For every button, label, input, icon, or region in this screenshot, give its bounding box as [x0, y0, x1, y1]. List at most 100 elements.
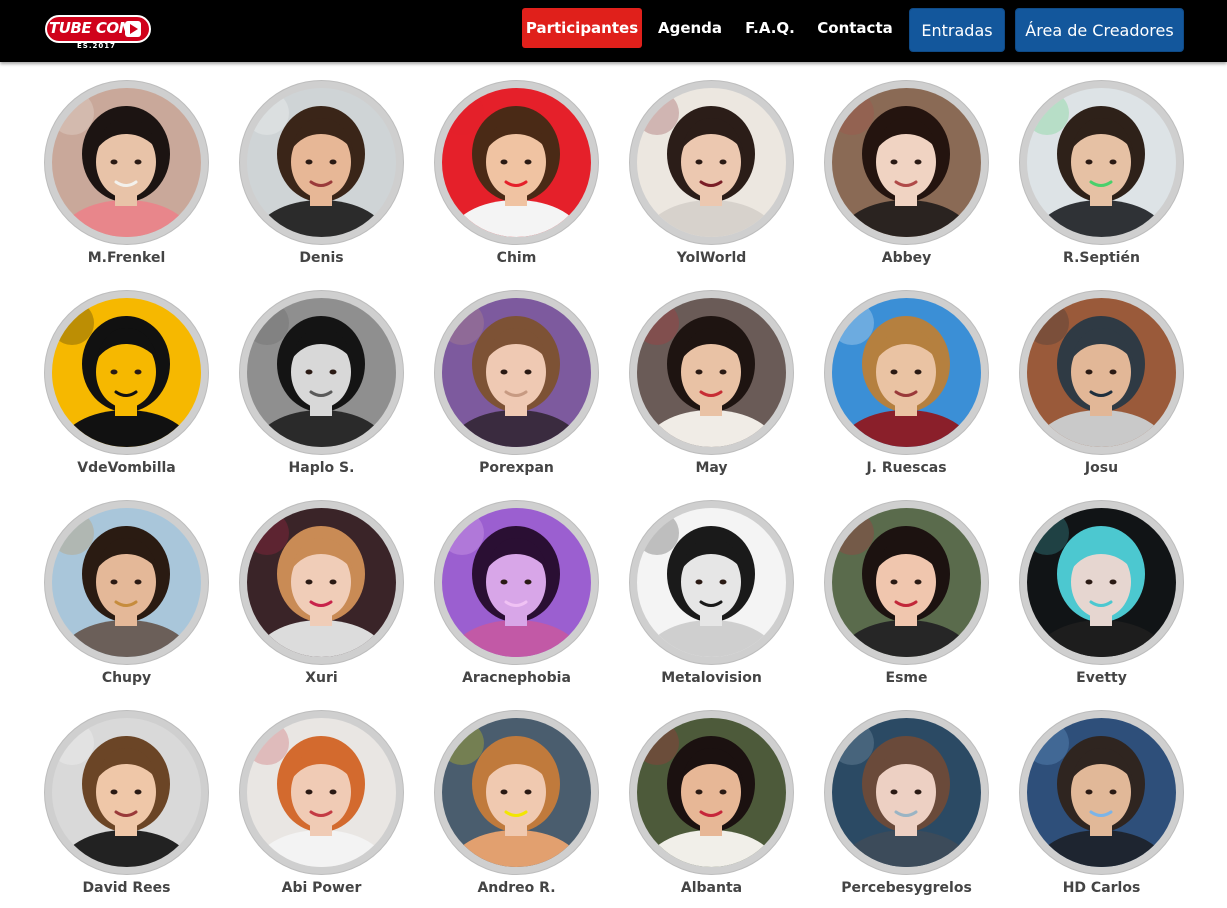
avatar-frame — [1019, 80, 1184, 245]
participant-card[interactable]: R.Septién — [1004, 80, 1199, 280]
participant-photo — [832, 508, 981, 657]
avatar-frame — [1019, 710, 1184, 875]
participant-name: R.Septién — [1063, 250, 1140, 266]
logo-text: TUBE CON — [49, 19, 131, 37]
participant-name: Metalovision — [661, 670, 762, 686]
participant-photo — [832, 298, 981, 447]
participant-name: May — [695, 460, 728, 476]
participant-name: Josu — [1084, 460, 1119, 476]
participant-card[interactable]: YolWorld — [614, 80, 809, 280]
entradas-button[interactable]: Entradas — [909, 8, 1005, 52]
avatar-frame — [434, 80, 599, 245]
participant-name: VdeVombilla — [77, 460, 176, 476]
participant-card[interactable]: Metalovision — [614, 500, 809, 700]
participant-photo — [52, 298, 201, 447]
avatar-frame — [434, 290, 599, 455]
avatar-frame — [824, 710, 989, 875]
participant-photo — [247, 508, 396, 657]
participant-card[interactable]: Esme — [809, 500, 1004, 700]
nav-participantes[interactable]: Participantes — [522, 8, 642, 48]
participant-card[interactable]: VdeVombilla — [29, 290, 224, 490]
participant-card[interactable]: Chupy — [29, 500, 224, 700]
nav-agenda[interactable]: Agenda — [654, 8, 726, 48]
participant-photo — [52, 718, 201, 867]
participant-card[interactable]: Percebesygrelos — [809, 710, 1004, 908]
participant-name: Evetty — [1076, 670, 1127, 686]
participant-photo — [442, 298, 591, 447]
participant-photo — [247, 88, 396, 237]
nav-faq[interactable]: F.A.Q. — [740, 8, 800, 48]
avatar-frame — [434, 710, 599, 875]
participant-card[interactable]: M.Frenkel — [29, 80, 224, 280]
participant-name: HD Carlos — [1062, 880, 1141, 896]
participant-card[interactable]: Albanta — [614, 710, 809, 908]
avatar-frame — [629, 290, 794, 455]
participant-name: David Rees — [82, 880, 171, 896]
participant-card[interactable]: Andreo R. — [419, 710, 614, 908]
participant-name: Andreo R. — [477, 880, 556, 896]
participant-card[interactable]: Chim — [419, 80, 614, 280]
participant-photo — [442, 88, 591, 237]
logo-year: ES.2017 — [77, 42, 116, 50]
participant-photo — [247, 718, 396, 867]
avatar-frame — [239, 500, 404, 665]
participant-name: Porexpan — [479, 460, 554, 476]
participant-photo — [442, 718, 591, 867]
participant-name: M.Frenkel — [87, 250, 166, 266]
participant-card[interactable]: Aracnephobia — [419, 500, 614, 700]
participant-name: Albanta — [680, 880, 743, 896]
participant-card[interactable]: David Rees — [29, 710, 224, 908]
avatar-frame — [44, 500, 209, 665]
avatar-frame — [239, 290, 404, 455]
participant-photo — [52, 88, 201, 237]
participant-photo — [637, 88, 786, 237]
avatar-frame — [434, 500, 599, 665]
avatar-frame — [44, 290, 209, 455]
participant-card[interactable]: Porexpan — [419, 290, 614, 490]
avatar-frame — [239, 80, 404, 245]
tubecon-logo[interactable]: TUBE CON ES.2017 — [45, 15, 153, 51]
avatar-frame — [629, 80, 794, 245]
participant-name: Esme — [885, 670, 928, 686]
avatar-frame — [824, 500, 989, 665]
participant-name: Xuri — [305, 670, 338, 686]
nav-contacta[interactable]: Contacta — [812, 8, 898, 48]
participant-card[interactable]: J. Ruescas — [809, 290, 1004, 490]
top-navbar: TUBE CON ES.2017 Participantes Agenda F.… — [0, 0, 1227, 62]
avatar-frame — [824, 80, 989, 245]
avatar-frame — [1019, 290, 1184, 455]
participant-name: Chim — [496, 250, 537, 266]
avatar-frame — [239, 710, 404, 875]
participant-photo — [637, 508, 786, 657]
participant-card[interactable]: Abi Power — [224, 710, 419, 908]
participant-name: Haplo S. — [288, 460, 355, 476]
avatar-frame — [44, 710, 209, 875]
participant-photo — [1027, 298, 1176, 447]
participant-name: Aracnephobia — [462, 670, 571, 686]
avatar-frame — [1019, 500, 1184, 665]
avatar-frame — [629, 500, 794, 665]
participant-photo — [52, 508, 201, 657]
participant-card[interactable]: Xuri — [224, 500, 419, 700]
participant-card[interactable]: HD Carlos — [1004, 710, 1199, 908]
participant-card[interactable]: Denis — [224, 80, 419, 280]
participant-name: J. Ruescas — [866, 460, 947, 476]
participant-card[interactable]: Haplo S. — [224, 290, 419, 490]
avatar-frame — [44, 80, 209, 245]
participant-photo — [637, 298, 786, 447]
participant-card[interactable]: Abbey — [809, 80, 1004, 280]
participant-photo — [1027, 88, 1176, 237]
participant-photo — [1027, 508, 1176, 657]
participant-name: Percebesygrelos — [841, 880, 972, 896]
participant-card[interactable]: May — [614, 290, 809, 490]
participant-name: YolWorld — [676, 250, 747, 266]
participant-photo — [637, 718, 786, 867]
participant-card[interactable]: Josu — [1004, 290, 1199, 490]
participant-name: Abi Power — [281, 880, 362, 896]
area-creadores-button[interactable]: Área de Creadores — [1015, 8, 1184, 52]
participant-photo — [247, 298, 396, 447]
participant-name: Chupy — [101, 670, 152, 686]
participant-photo — [832, 88, 981, 237]
participant-card[interactable]: Evetty — [1004, 500, 1199, 700]
avatar-frame — [629, 710, 794, 875]
